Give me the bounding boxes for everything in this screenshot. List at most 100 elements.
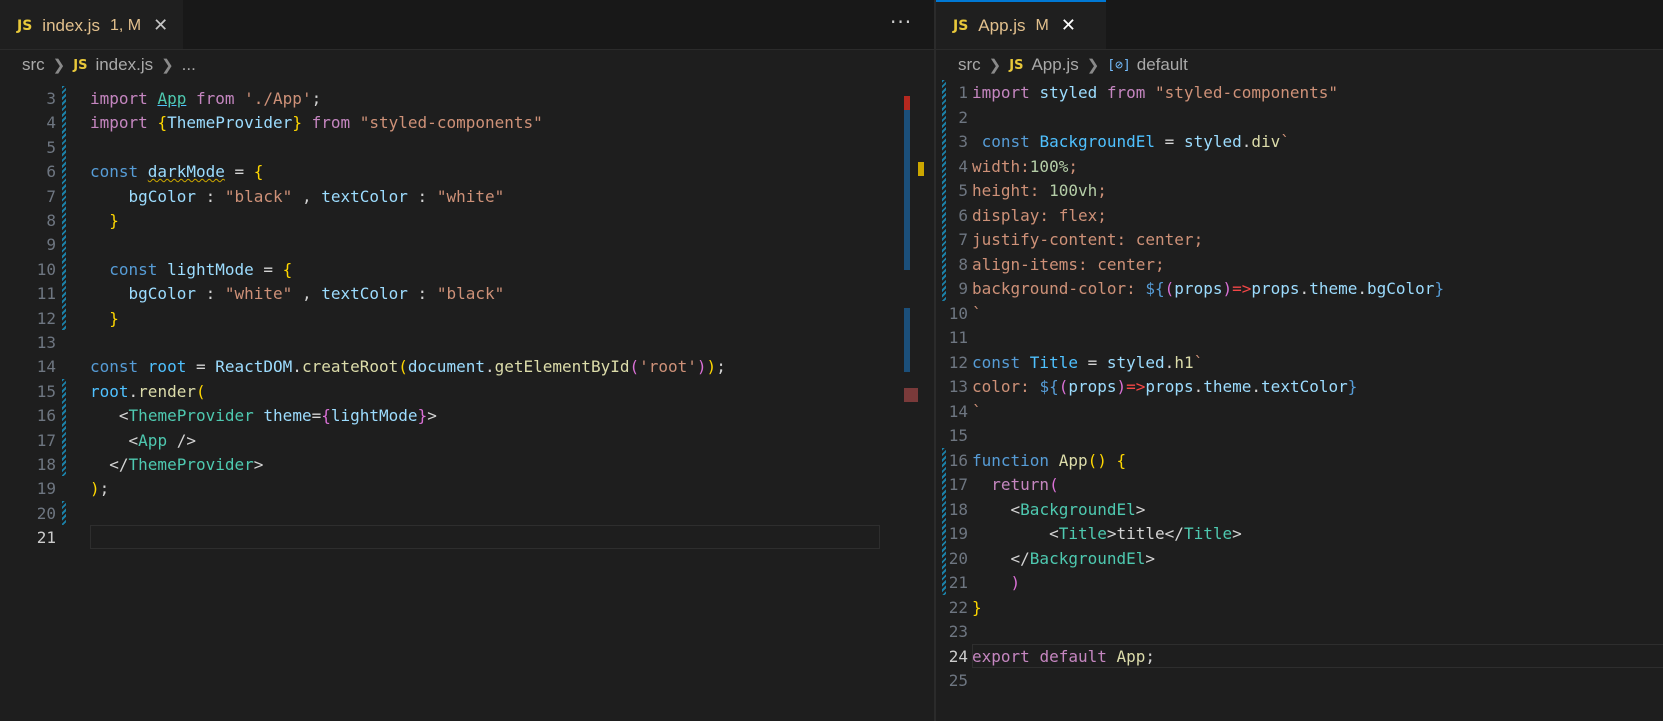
code-line[interactable]: 10 const lightMode = { [0, 257, 934, 283]
code-token: from [186, 89, 245, 108]
breadcrumb-item-symbol[interactable]: default [1137, 55, 1188, 75]
code-line[interactable]: 7 justify-content: center; [936, 227, 1663, 253]
code-line[interactable]: 18 </ThemeProvider> [0, 452, 934, 478]
code-token: : [407, 284, 437, 304]
code-line[interactable]: 9 [0, 232, 934, 258]
line-number: 17 [948, 475, 968, 494]
code-line[interactable]: 19 <Title>title</Title> [936, 521, 1663, 547]
line-number: 12 [948, 352, 968, 372]
code-token: div [1251, 132, 1281, 151]
line-number: 4 [958, 156, 968, 176]
code-line[interactable]: 7 bgColor : "black" , textColor : "white… [0, 184, 934, 210]
js-file-icon: JS [953, 17, 969, 34]
code-line[interactable]: 13 [0, 330, 934, 356]
tab-app-js[interactable]: JS App.js M ✕ [936, 0, 1106, 49]
code-line[interactable]: 21 [0, 525, 934, 551]
code-line[interactable]: 23 [936, 619, 1663, 645]
chevron-right-icon: ❯ [988, 57, 1002, 74]
code-line[interactable]: 4 width:100%; [936, 154, 1663, 180]
code-line[interactable]: 20 [0, 501, 934, 527]
breadcrumb-item-more[interactable]: ... [182, 55, 196, 75]
code-line[interactable]: 14 ` [936, 399, 1663, 425]
code-text: <ThemeProvider theme={lightMode}> [90, 403, 437, 429]
line-number: 10 [36, 259, 56, 279]
code-line[interactable]: 10 ` [936, 301, 1663, 327]
more-actions-icon[interactable]: ··· [890, 10, 912, 34]
modified-gutter-indicator[interactable] [62, 86, 66, 330]
code-line[interactable]: 3 const BackgroundEl = styled.div` [936, 129, 1663, 155]
code-text: </ThemeProvider> [90, 452, 263, 478]
code-line[interactable]: 15 [936, 423, 1663, 449]
code-line[interactable]: 13 color: ${(props)=>props.theme.textColo… [936, 374, 1663, 400]
code-line[interactable]: 24 export default App; [936, 643, 1663, 670]
code-line[interactable]: 6 const darkMode = { [0, 159, 934, 185]
line-number: 22 [948, 597, 968, 617]
scrollbar-overview-ruler[interactable] [904, 96, 924, 716]
line-number: 7 [46, 186, 56, 206]
symbol-icon: [⊘] [1107, 57, 1131, 73]
code-token: function [972, 450, 1059, 470]
code-line[interactable]: 11 bgColor : "white" , textColor : "blac… [0, 281, 934, 307]
code-token: center [1097, 254, 1156, 274]
code-line[interactable]: 20 </BackgroundEl> [936, 546, 1663, 572]
code-editor[interactable]: 1 import styled from "styled-components" 2… [936, 80, 1663, 721]
code-editor[interactable]: 3 import App from './App'; 4 import {ThemeP… [0, 86, 934, 721]
modified-gutter-indicator[interactable] [942, 80, 946, 301]
code-line[interactable]: 17 return( [936, 472, 1663, 498]
code-token: ) [1116, 377, 1127, 396]
code-token: ; [1155, 254, 1165, 274]
code-line[interactable]: 19); [0, 476, 934, 502]
code-line[interactable]: 22} [936, 595, 1663, 621]
tab-index-js[interactable]: JS index.js 1, M ✕ [0, 0, 183, 49]
breadcrumb-item-src[interactable]: src [958, 55, 981, 75]
code-line[interactable]: 4 import {ThemeProvider} from "styled-com… [0, 110, 934, 136]
code-token: ` [972, 401, 982, 421]
code-line[interactable]: 14 const root = ReactDOM.createRoot(docum… [0, 354, 934, 380]
code-token: > [1232, 524, 1242, 543]
code-line[interactable]: 18 <BackgroundEl> [936, 497, 1663, 523]
code-line[interactable]: 17 <App /> [0, 428, 934, 454]
code-token: > [427, 406, 437, 426]
code-token: . [1193, 377, 1204, 396]
code-token: Title [1058, 524, 1107, 543]
code-line[interactable]: 1 import styled from "styled-components" [936, 80, 1663, 106]
code-line[interactable]: 9 background-color: ${(props)=>props.them… [936, 276, 1663, 302]
breadcrumb-item-file[interactable]: index.js [95, 55, 153, 75]
code-text: function App() { [972, 448, 1126, 474]
code-token: > [253, 455, 264, 474]
code-token: </ [972, 548, 1030, 568]
code-line[interactable]: 6 display: flex; [936, 203, 1663, 229]
code-token: styled [1183, 132, 1242, 151]
code-line[interactable]: 8 align-items: center; [936, 252, 1663, 278]
code-token: background-color: [972, 279, 1146, 298]
code-line[interactable]: 16 function App() { [936, 448, 1663, 474]
code-line[interactable]: 11 [936, 325, 1663, 351]
close-icon[interactable]: ✕ [1061, 15, 1076, 36]
code-line[interactable]: 12 const Title = styled.h1` [936, 350, 1663, 376]
code-line[interactable]: 8 } [0, 208, 934, 234]
code-line[interactable]: 25 [936, 668, 1663, 694]
line-number: 19 [36, 479, 56, 499]
modified-gutter-indicator[interactable] [62, 500, 66, 526]
code-line[interactable]: 15 root.render( [0, 379, 934, 405]
line-number: 24 [948, 646, 968, 666]
code-line[interactable]: 5 [0, 135, 934, 161]
close-icon[interactable]: ✕ [153, 15, 168, 36]
code-line[interactable]: 12 } [0, 306, 934, 332]
code-line[interactable]: 2 [936, 105, 1663, 131]
code-token: . [1164, 352, 1175, 372]
code-line[interactable]: 21 ) [936, 570, 1663, 596]
code-line[interactable]: 3 import App from './App'; [0, 86, 934, 112]
breadcrumb-item-file[interactable]: App.js [1031, 55, 1078, 75]
code-line[interactable]: 16 <ThemeProvider theme={lightMode}> [0, 403, 934, 429]
code-text: const root = ReactDOM.createRoot(documen… [90, 354, 726, 380]
line-number: 15 [948, 426, 968, 445]
modified-gutter-indicator[interactable] [62, 378, 66, 477]
tab-status: 1, M [109, 16, 142, 34]
line-number: 5 [958, 181, 968, 200]
code-token: theme [253, 406, 312, 426]
breadcrumb-item-src[interactable]: src [22, 55, 45, 75]
modified-gutter-indicator[interactable] [942, 447, 946, 595]
code-line[interactable]: 5 height: 100vh; [936, 178, 1663, 204]
